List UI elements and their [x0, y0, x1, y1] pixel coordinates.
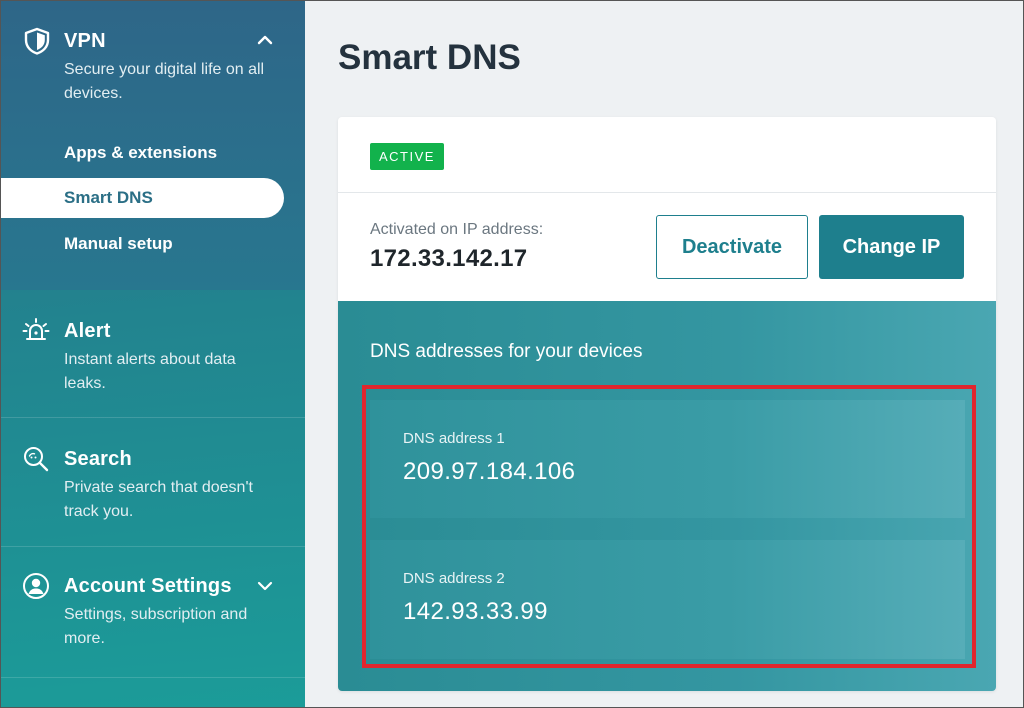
dns-address-item: DNS address 1 209.97.184.106 — [370, 400, 965, 518]
dns-panel: DNS addresses for your devices DNS addre… — [338, 301, 996, 691]
sidebar: VPN Secure your digital life on all devi… — [0, 0, 305, 708]
dns-heading: DNS addresses for your devices — [370, 341, 643, 362]
status-badge: ACTIVE — [370, 143, 444, 170]
shield-icon — [23, 27, 51, 55]
dns-address-value[interactable]: 142.93.33.99 — [403, 598, 548, 626]
account-section-title[interactable]: Account Settings — [64, 575, 232, 598]
dns-address-label: DNS address 2 — [403, 570, 505, 587]
page-title: Smart DNS — [338, 38, 521, 77]
account-section-description: Settings, subscription and more. — [64, 606, 248, 647]
dns-address-label: DNS address 1 — [403, 430, 505, 447]
change-ip-button[interactable]: Change IP — [819, 215, 964, 279]
sidebar-item-manual-setup[interactable]: Manual setup — [0, 224, 284, 264]
activation-panel: ACTIVE Activated on IP address: 172.33.1… — [338, 117, 996, 301]
user-icon — [22, 572, 50, 600]
vpn-section-title[interactable]: VPN — [64, 30, 106, 53]
dns-address-item: DNS address 2 142.93.33.99 — [370, 540, 965, 659]
chevron-up-icon[interactable] — [256, 31, 274, 49]
dns-address-value[interactable]: 209.97.184.106 — [403, 458, 575, 486]
vpn-section-description: Secure your digital life on all devices. — [64, 61, 265, 102]
deactivate-button[interactable]: Deactivate — [656, 215, 808, 279]
alert-section-description: Instant alerts about data leaks. — [64, 351, 236, 392]
alarm-light-icon — [22, 316, 50, 344]
sidebar-divider — [0, 546, 305, 547]
activated-ip-value: 172.33.142.17 — [370, 245, 528, 272]
chevron-down-icon[interactable] — [256, 577, 274, 595]
search-section-description: Private search that doesn't track you. — [64, 479, 253, 520]
smart-dns-card: ACTIVE Activated on IP address: 172.33.1… — [338, 117, 996, 691]
card-divider — [338, 192, 996, 193]
vpn-section: VPN Secure your digital life on all devi… — [0, 0, 305, 290]
sidebar-item-smart-dns[interactable]: Smart DNS — [0, 178, 284, 218]
sidebar-divider — [0, 417, 305, 418]
alert-section-title[interactable]: Alert — [64, 320, 111, 343]
sidebar-divider — [0, 677, 305, 678]
search-section-title[interactable]: Search — [64, 448, 132, 471]
search-icon — [22, 445, 50, 473]
activated-ip-label: Activated on IP address: — [370, 221, 544, 238]
sidebar-item-apps-extensions[interactable]: Apps & extensions — [0, 133, 284, 173]
